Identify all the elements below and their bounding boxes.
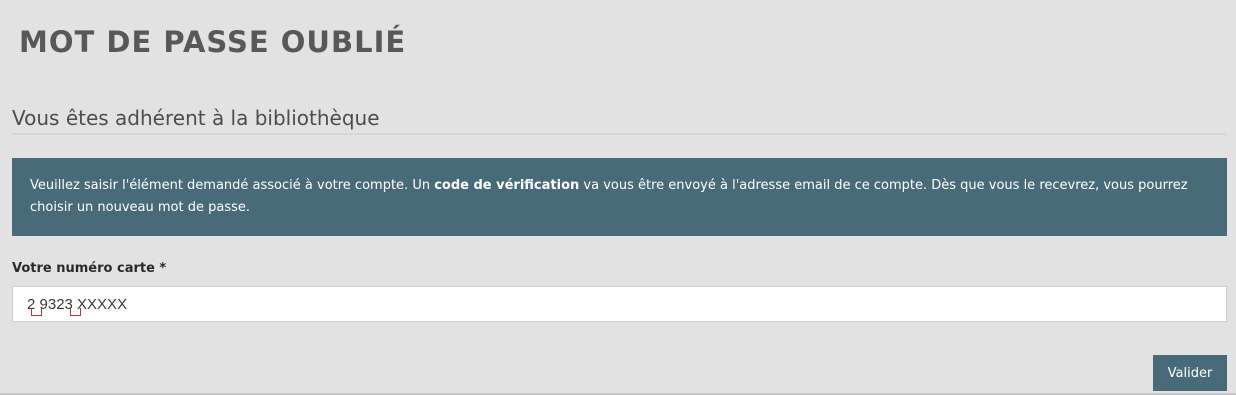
- page-title: MOT DE PASSE OUBLIÉ: [19, 25, 407, 59]
- spellcheck-underline: [70, 308, 81, 316]
- spellcheck-underline: [31, 308, 42, 316]
- card-number-label: Votre numéro carte *: [12, 261, 167, 276]
- submit-button[interactable]: Valider: [1153, 355, 1227, 391]
- info-message: Veuillez saisir l'élément demandé associ…: [12, 158, 1227, 236]
- card-number-input[interactable]: [12, 286, 1227, 322]
- section-divider: [12, 133, 1226, 135]
- info-text-before: Veuillez saisir l'élément demandé associ…: [30, 178, 435, 193]
- info-emphasis: code de vérification: [434, 178, 580, 193]
- section-title: Vous êtes adhérent à la bibliothèque: [12, 106, 380, 130]
